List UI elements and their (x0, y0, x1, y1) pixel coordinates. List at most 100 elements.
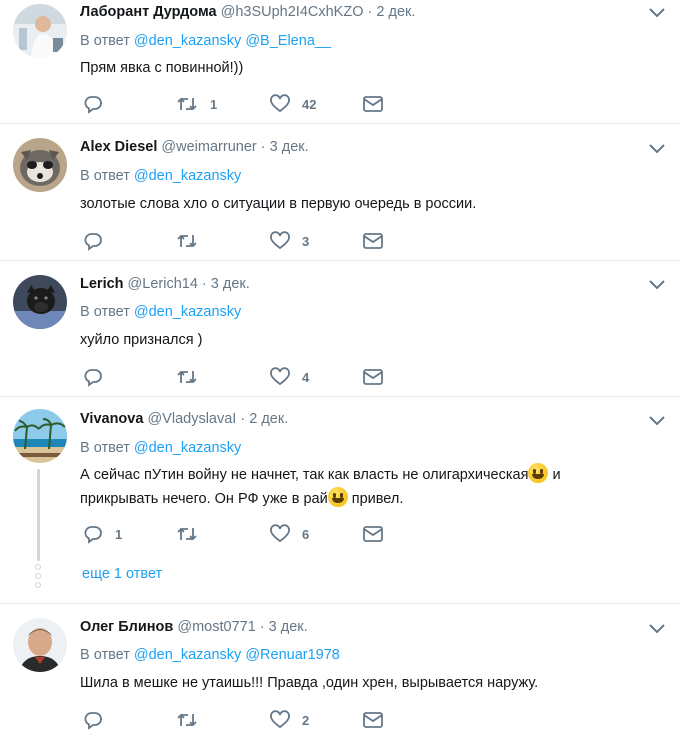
envelope-icon (363, 233, 383, 249)
tweet-date[interactable]: 3 дек. (269, 619, 308, 635)
avatar[interactable] (13, 618, 67, 672)
tweet-actions: 2 (83, 710, 403, 730)
tweet[interactable]: Олег Блинов @most0771 · 3 дек. В ответ @… (0, 604, 681, 735)
tweet-date[interactable]: 3 дек. (270, 139, 309, 155)
reply-icon (84, 233, 102, 251)
reply-button[interactable]: 1 (83, 524, 122, 544)
tweet-actions: 1 42 (83, 94, 403, 114)
tweet-actions: 3 (83, 231, 403, 251)
user-handle[interactable]: @VladyslavaI (147, 411, 236, 427)
like-button[interactable]: 4 (270, 367, 309, 387)
chevron-down-icon[interactable] (648, 143, 666, 155)
like-button[interactable]: 6 (270, 524, 309, 544)
heart-icon (270, 710, 290, 729)
user-name[interactable]: Лаборант Дурдома (80, 4, 217, 20)
like-button[interactable]: 2 (270, 710, 309, 730)
mention-link[interactable]: @den_kazansky (134, 440, 241, 456)
mention-link[interactable]: @den_kazansky @B_Elena__ (134, 33, 331, 49)
tweet-date[interactable]: 2 дек. (249, 411, 288, 427)
reply-button[interactable] (83, 94, 115, 114)
user-handle[interactable]: @weimarruner (161, 139, 256, 155)
reply-count: 1 (115, 526, 123, 542)
avatar[interactable] (13, 409, 67, 463)
tweet[interactable]: Lerich @Lerich14 · 3 дек. В ответ @den_k… (0, 261, 681, 397)
mention-link[interactable]: @den_kazansky @Renuar1978 (134, 647, 340, 663)
user-handle[interactable]: @most0771 (177, 619, 255, 635)
text-segment: А сейчас пУтин войну не начнет, так как … (80, 467, 529, 483)
tweet-header: Lerich @Lerich14 · 3 дек. (80, 276, 250, 292)
reply-to: В ответ @den_kazansky (80, 168, 241, 184)
message-button[interactable] (363, 367, 383, 387)
message-button[interactable] (363, 231, 383, 251)
tweet-actions: 4 (83, 367, 403, 387)
avatar[interactable] (13, 275, 67, 329)
user-name[interactable]: Alex Diesel (80, 139, 157, 155)
text-segment: привел. (347, 491, 404, 507)
tweet-header: Лаборант Дурдома @h3SUph2I4CxhKZO · 2 де… (80, 4, 415, 20)
reply-button[interactable] (83, 710, 115, 730)
message-button[interactable] (363, 94, 383, 114)
chevron-down-icon[interactable] (648, 415, 666, 427)
tweet-header: Олег Блинов @most0771 · 3 дек. (80, 619, 308, 635)
reply-icon (84, 526, 102, 544)
reply-icon (84, 369, 102, 387)
reply-button[interactable] (83, 231, 115, 251)
message-button[interactable] (363, 710, 383, 730)
mention-link[interactable]: @den_kazansky (134, 168, 241, 184)
tweet-text: Прям явка с повинной!)) (80, 60, 244, 76)
user-name[interactable]: Олег Блинов (80, 619, 173, 635)
tweet[interactable]: Лаборант Дурдома @h3SUph2I4CxhKZO · 2 де… (0, 0, 681, 124)
retweet-button[interactable] (176, 367, 210, 387)
tweet-text: хуйло признался ) (80, 332, 203, 348)
tweet[interactable]: Alex Diesel @weimarruner · 3 дек. В отве… (0, 124, 681, 261)
like-button[interactable]: 3 (270, 231, 309, 251)
tweet-text-line: А сейчас пУтин войну не начнет, так как … (80, 463, 561, 487)
like-count: 4 (302, 369, 310, 385)
tweet-text-line: прикрывать нечего. Он РФ уже в рай приве… (80, 487, 561, 511)
chevron-down-icon[interactable] (648, 279, 666, 291)
heart-icon (270, 94, 290, 113)
user-handle[interactable]: @Lerich14 (128, 276, 198, 292)
envelope-icon (363, 712, 383, 728)
text-segment: прикрывать нечего. Он РФ уже в рай (80, 491, 328, 507)
tweet-date[interactable]: 3 дек. (211, 276, 250, 292)
message-button[interactable] (363, 524, 383, 544)
separator-dot: · (259, 619, 265, 635)
retweet-count: 1 (210, 96, 218, 112)
user-name[interactable]: Lerich (80, 276, 124, 292)
reply-prefix: В ответ (80, 304, 130, 320)
user-name[interactable]: Vivanova (80, 411, 143, 427)
like-button[interactable]: 42 (270, 94, 316, 114)
mention-link[interactable]: @den_kazansky (134, 304, 241, 320)
tweet-date[interactable]: 2 дек. (376, 4, 415, 20)
reply-icon (84, 96, 102, 114)
reply-to: В ответ @den_kazansky @B_Elena__ (80, 33, 331, 49)
envelope-icon (363, 96, 383, 112)
tweet-text: А сейчас пУтин войну не начнет, так как … (80, 463, 561, 511)
retweet-icon (177, 370, 197, 384)
reply-button[interactable] (83, 367, 115, 387)
chevron-down-icon[interactable] (648, 7, 666, 19)
retweet-icon (177, 234, 197, 248)
retweet-button[interactable] (176, 231, 210, 251)
more-replies-link[interactable]: еще 1 ответ (82, 566, 162, 582)
tweet[interactable]: Vivanova @VladyslavaI · 2 дек. В ответ @… (0, 397, 681, 604)
tweet-header: Vivanova @VladyslavaI · 2 дек. (80, 411, 288, 427)
thread-dots (35, 564, 41, 591)
retweet-button[interactable] (176, 524, 210, 544)
reply-to: В ответ @den_kazansky @Renuar1978 (80, 647, 340, 663)
separator-dot: · (260, 139, 266, 155)
like-count: 6 (302, 526, 310, 542)
user-handle[interactable]: @h3SUph2I4CxhKZO (221, 4, 364, 20)
text-segment: и (548, 467, 561, 483)
retweet-button[interactable] (176, 710, 210, 730)
chevron-down-icon[interactable] (648, 623, 666, 635)
reply-prefix: В ответ (80, 33, 130, 49)
like-count: 42 (302, 96, 317, 112)
retweet-icon (177, 97, 197, 111)
avatar[interactable] (13, 4, 67, 58)
heart-icon (270, 367, 290, 386)
avatar[interactable] (13, 138, 67, 192)
heart-icon (270, 231, 290, 250)
retweet-button[interactable]: 1 (176, 94, 217, 114)
